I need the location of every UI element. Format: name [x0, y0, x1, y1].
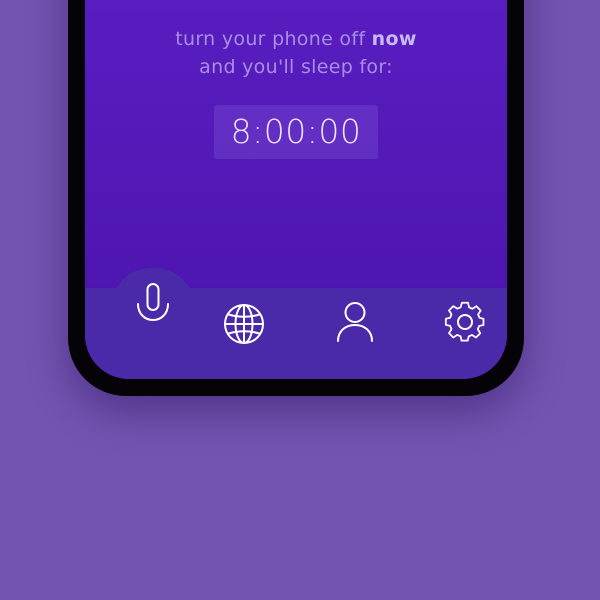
profile-icon	[337, 302, 373, 342]
gear-icon	[444, 301, 485, 342]
sleep-message: turn your phone off now and you'll sleep…	[85, 25, 507, 81]
globe-icon	[224, 304, 264, 344]
sleep-message-prefix: turn your phone off	[175, 28, 372, 50]
tab-microphone[interactable]	[127, 278, 179, 330]
stage: turn your phone off now and you'll sleep…	[0, 0, 600, 600]
sleep-message-line1: turn your phone off now	[85, 25, 507, 53]
microphone-icon	[137, 283, 169, 322]
phone-screen: turn your phone off now and you'll sleep…	[85, 0, 507, 379]
sleep-duration-timer: 8:00:00	[214, 105, 378, 159]
sleep-message-emphasis: now	[371, 28, 417, 50]
sleep-message-line2: and you'll sleep for:	[199, 56, 393, 78]
tab-globe[interactable]	[218, 298, 270, 350]
phone-frame: turn your phone off now and you'll sleep…	[68, 0, 524, 396]
tab-profile[interactable]	[329, 296, 381, 348]
tab-settings[interactable]	[439, 296, 491, 348]
